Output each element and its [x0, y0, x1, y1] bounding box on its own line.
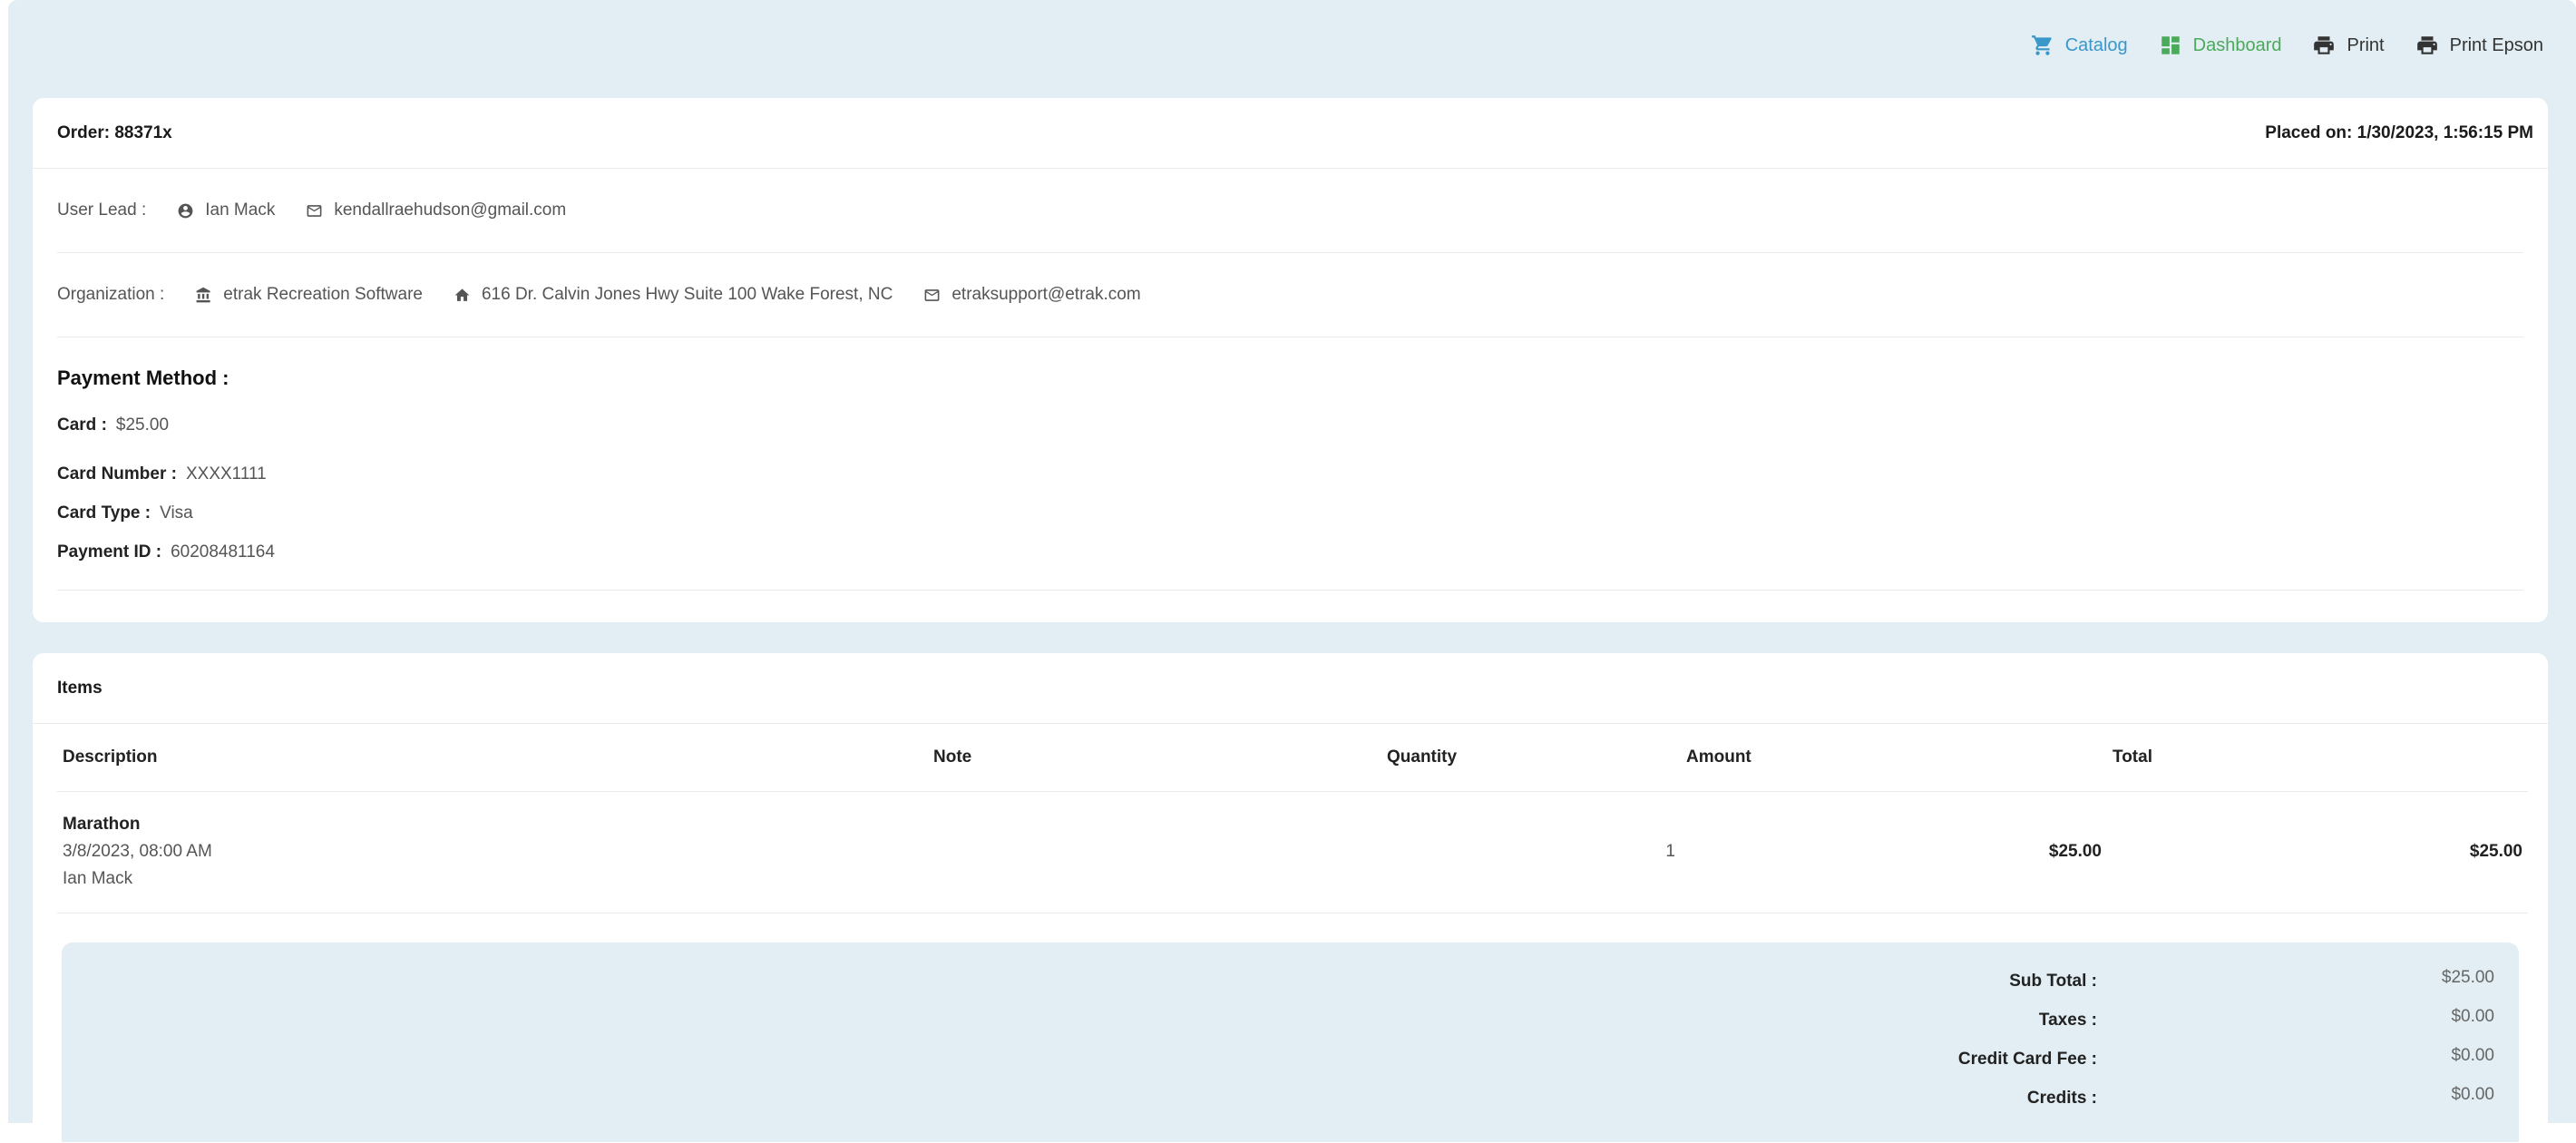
taxes-label: Taxes : [2038, 1010, 2097, 1030]
items-header: Items [33, 653, 2548, 724]
item-description: Marathon 3/8/2023, 08:00 AM Ian Mack [57, 791, 928, 913]
item-amount: $25.00 [1681, 791, 2107, 913]
organization-name: etrak Recreation Software [195, 285, 423, 305]
credits-label: Credits : [2026, 1088, 2097, 1108]
dashboard-icon [2161, 36, 2180, 54]
card-number-label: Card Number : [57, 464, 177, 484]
printer-icon [2416, 36, 2437, 54]
order-card: Order: 88371x Placed on: 1/30/2023, 1:56… [33, 98, 2548, 622]
item-note [928, 791, 1381, 913]
dashboard-label: Dashboard [2192, 34, 2282, 55]
organization-row: Organization : etrak Recreation Software… [57, 253, 2523, 337]
item-total: $25.00 [2107, 791, 2528, 913]
credits-line: Credits : $0.00 [62, 1080, 2519, 1119]
subtotal-label: Sub Total : [2009, 971, 2097, 991]
order-title: Order: 88371x [57, 122, 172, 142]
print-link[interactable]: Print [2312, 34, 2385, 57]
card-type-value: Visa [160, 503, 193, 523]
user-lead-email: kendallraehudson@gmail.com [306, 200, 566, 220]
subtotal-line: Sub Total : $25.00 [62, 962, 2519, 1001]
payment-id-line: Payment ID : 60208481164 [57, 542, 2523, 562]
col-quantity: Quantity [1381, 724, 1681, 792]
catalog-link[interactable]: Catalog [2031, 34, 2128, 57]
taxes-value: $0.00 [2451, 1006, 2494, 1026]
col-total: Total [2107, 724, 2528, 792]
card-number-line: Card Number : XXXX1111 [57, 464, 2523, 484]
card-value: $25.00 [115, 415, 170, 435]
mail-icon [924, 288, 940, 301]
user-lead-row: User Lead : Ian Mack kendallraehudson@gm… [57, 169, 2523, 253]
cc-fee-value: $0.00 [2451, 1045, 2494, 1065]
order-header: Order: 88371x Placed on: 1/30/2023, 1:56… [33, 98, 2548, 169]
payment-method-title: Payment Method : [57, 366, 229, 389]
user-lead-email-text: kendallraehudson@gmail.com [334, 200, 567, 220]
page-background: Catalog Dashboard Print Print Epson Orde… [8, 0, 2576, 1143]
account-circle-icon [178, 203, 193, 218]
catalog-label: Catalog [2064, 34, 2128, 55]
card-type-label: Card Type : [57, 503, 151, 523]
items-card: Items Description Note Quantity Amount T… [33, 653, 2548, 1143]
organization-email-text: etraksupport@etrak.com [951, 285, 1141, 304]
item-quantity: 1 [1381, 791, 1681, 913]
col-amount: Amount [1681, 724, 2107, 792]
item-datetime: 3/8/2023, 08:00 AM [63, 842, 212, 861]
print-label: Print [2347, 34, 2385, 55]
mail-icon [307, 204, 322, 217]
organization-name-text: etrak Recreation Software [223, 285, 423, 304]
payment-card-line: Card : $25.00 [57, 415, 2523, 435]
card-number-value: XXXX1111 [185, 464, 267, 484]
user-lead-name-text: Ian Mack [205, 200, 276, 220]
organization-address: 616 Dr. Calvin Jones Hwy Suite 100 Wake … [454, 285, 893, 305]
card-type-line: Card Type : Visa [57, 503, 2523, 523]
cc-fee-label: Credit Card Fee : [1957, 1049, 2097, 1069]
items-title: Items [57, 678, 102, 698]
col-description: Description [57, 724, 928, 792]
top-toolbar: Catalog Dashboard Print Print Epson [2031, 29, 2543, 62]
items-header-row: Description Note Quantity Amount Total [57, 724, 2528, 792]
user-lead-name: Ian Mack [177, 200, 275, 220]
totals-panel: Sub Total : $25.00 Taxes : $0.00 Credit … [62, 942, 2519, 1142]
organization-email: etraksupport@etrak.com [923, 285, 1141, 305]
cc-fee-line: Credit Card Fee : $0.00 [62, 1040, 2519, 1080]
cart-icon [2031, 35, 2052, 55]
item-title: Marathon [63, 815, 141, 834]
subtotal-value: $25.00 [2441, 967, 2494, 987]
dashboard-link[interactable]: Dashboard [2159, 34, 2282, 57]
print-epson-link[interactable]: Print Epson [2415, 34, 2543, 57]
card-label: Card : [57, 415, 107, 435]
placed-on: Placed on: 1/30/2023, 1:56:15 PM [2265, 122, 2533, 142]
print-epson-label: Print Epson [2449, 34, 2543, 55]
payment-id-value: 60208481164 [171, 542, 275, 562]
table-row: Marathon 3/8/2023, 08:00 AM Ian Mack 1 $… [57, 791, 2528, 913]
organization-label: Organization : [57, 285, 165, 304]
col-note: Note [928, 724, 1381, 792]
taxes-line: Taxes : $0.00 [62, 1001, 2519, 1040]
items-table: Description Note Quantity Amount Total M… [57, 724, 2528, 913]
user-lead-label: User Lead : [57, 200, 147, 220]
bank-icon [196, 287, 210, 302]
organization-address-text: 616 Dr. Calvin Jones Hwy Suite 100 Wake … [481, 285, 893, 304]
credits-value: $0.00 [2451, 1084, 2494, 1104]
home-icon [454, 288, 470, 301]
payment-id-label: Payment ID : [57, 542, 162, 562]
divider [57, 590, 2523, 591]
printer-icon [2314, 36, 2335, 54]
item-participant: Ian Mack [63, 869, 133, 888]
